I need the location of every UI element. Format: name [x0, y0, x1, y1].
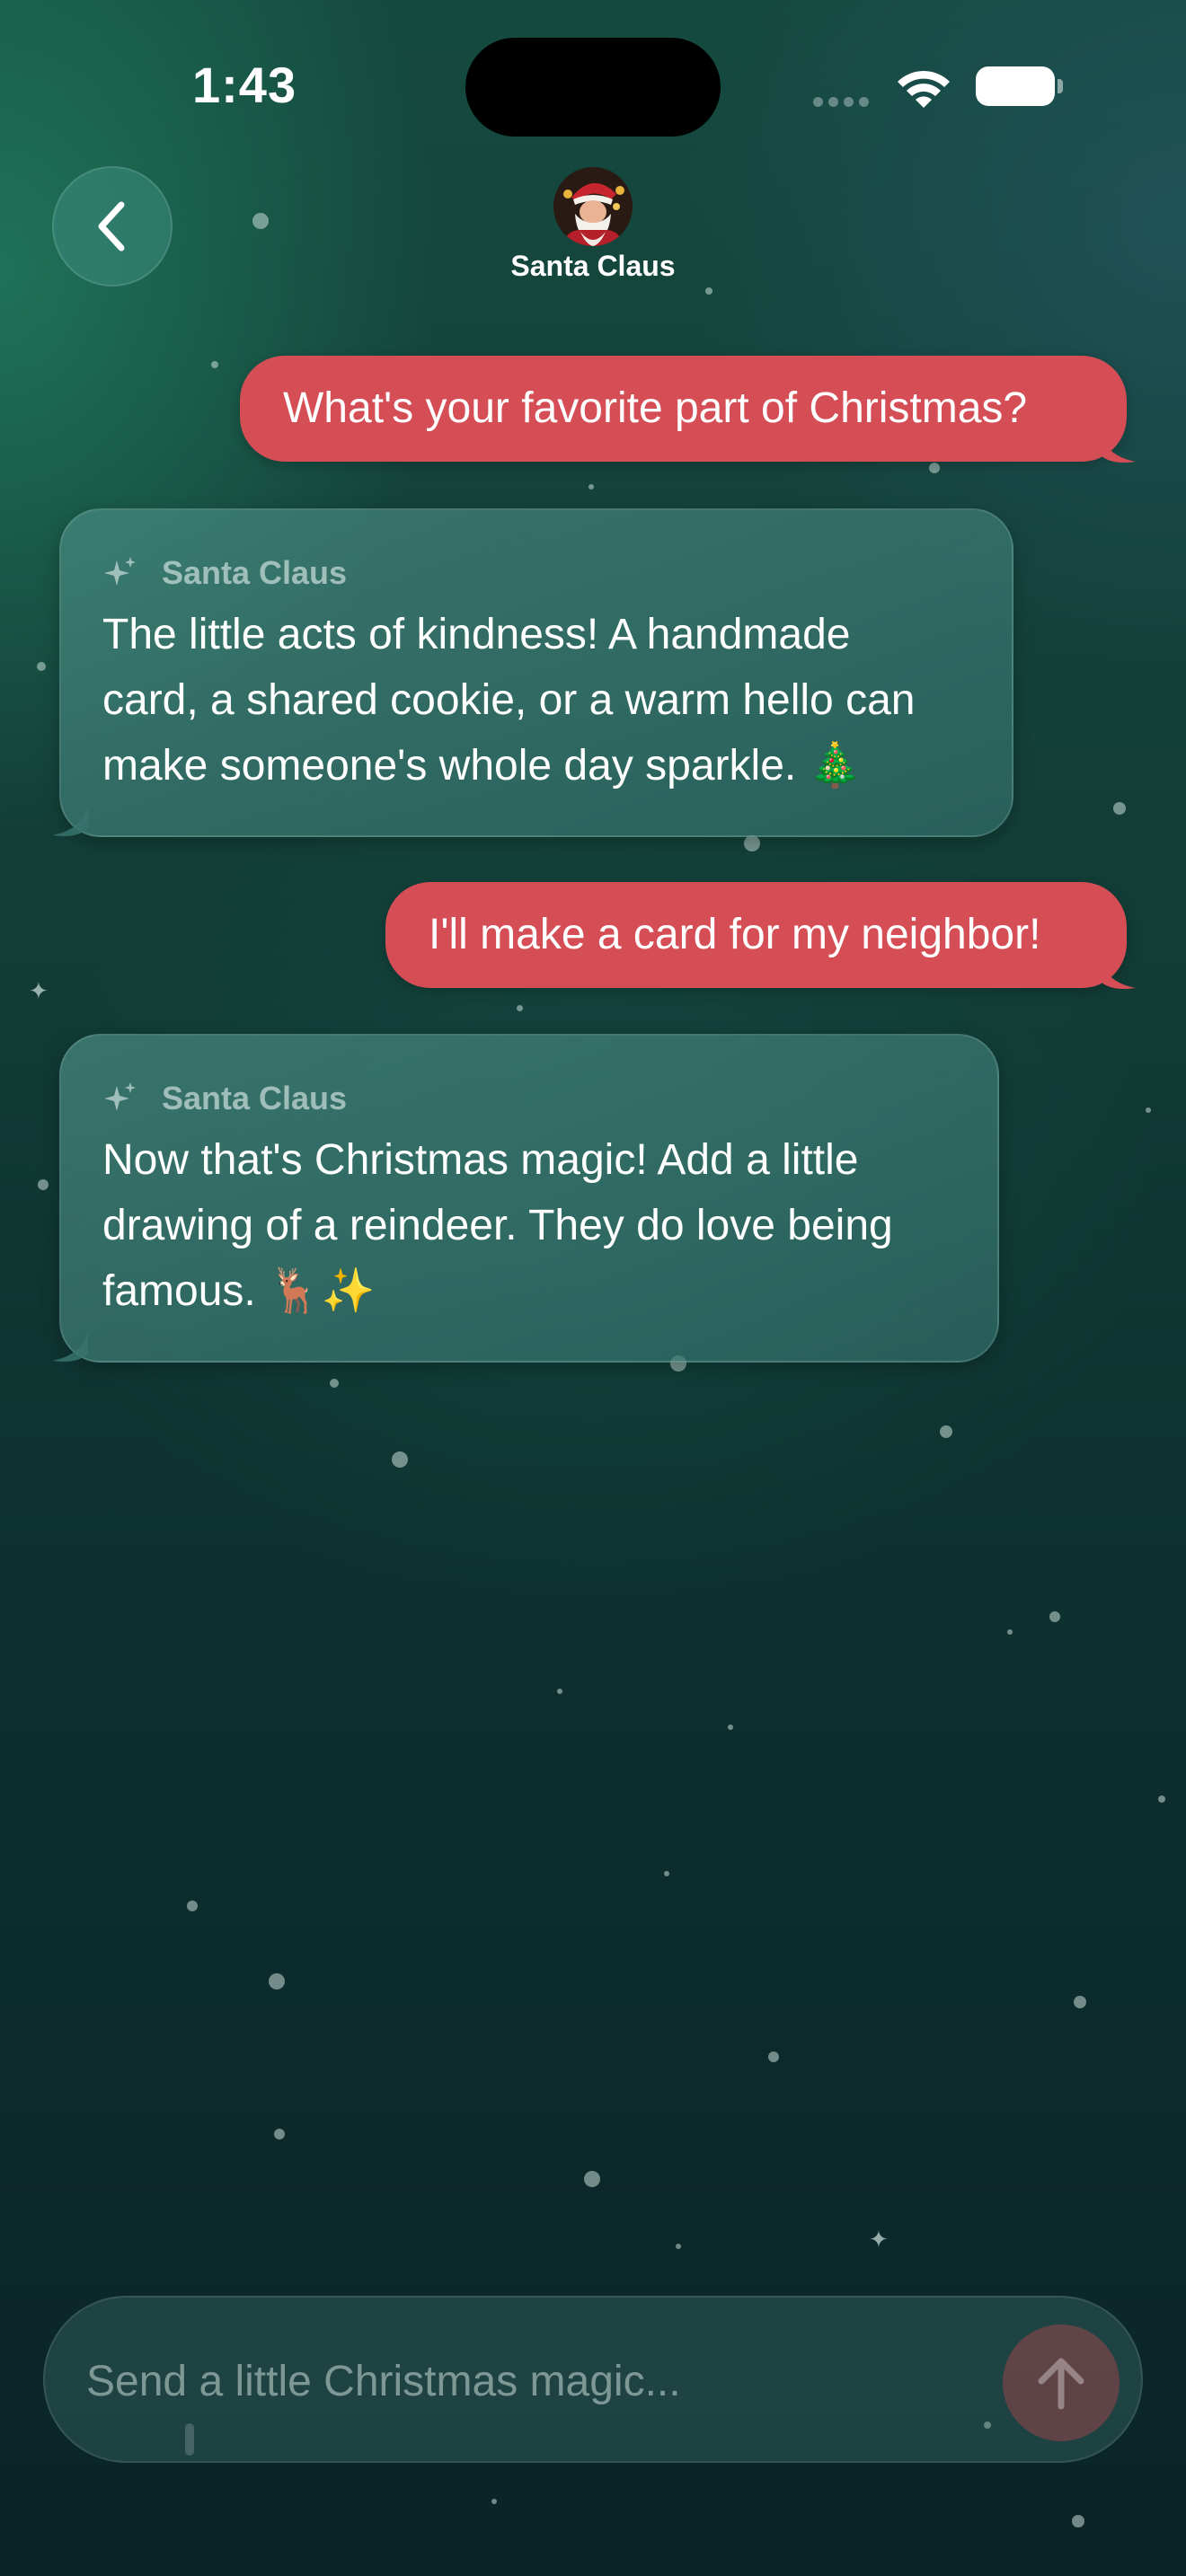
message-text: I'll make a card for my neighbor!: [429, 911, 1041, 958]
user-message-bubble: I'll make a card for my neighbor!: [385, 882, 1136, 989]
message-line: The little acts of kindness! A handmade: [102, 611, 851, 658]
star: [1072, 2515, 1084, 2527]
arrow-up-icon: [1038, 2358, 1084, 2410]
star: [728, 1725, 733, 1730]
star: [392, 1451, 408, 1468]
sparkles-icon: [104, 1082, 136, 1111]
star: [744, 835, 760, 851]
user-message-bubble: What's your favorite part of Christmas?: [240, 356, 1136, 463]
star: [1049, 1611, 1060, 1622]
contact-name: Santa Claus: [510, 250, 676, 282]
back-button[interactable]: [52, 166, 173, 287]
status-time: 1:43: [192, 57, 297, 113]
message-text: The little acts of kindness! A handmade …: [102, 602, 970, 798]
star: [664, 1871, 669, 1876]
sender-row: Santa Claus: [102, 551, 970, 595]
message-line: Now that's Christmas magic! Add a little: [102, 1136, 859, 1184]
star: [768, 2051, 779, 2062]
star: [269, 1973, 285, 1989]
star: [584, 2171, 600, 2187]
star: [705, 287, 712, 295]
battery-icon: [976, 66, 1055, 106]
star: [211, 361, 218, 368]
bot-message-bubble: Santa Claus Now that's Christmas magic! …: [52, 1034, 999, 1363]
message-text: Now that's Christmas magic! Add a little…: [102, 1127, 956, 1324]
star: [37, 662, 46, 671]
santa-avatar-image: [553, 167, 633, 246]
star: [929, 463, 940, 473]
star: [330, 1379, 339, 1388]
dynamic-island: [465, 38, 721, 137]
star: [1074, 1996, 1086, 2008]
message-input[interactable]: [86, 2350, 1021, 2413]
message-composer: [43, 2296, 1143, 2463]
message-line: drawing of a reindeer. They do love bein…: [102, 1202, 893, 1249]
message-line: make someone's whole day sparkle. 🎄: [102, 742, 863, 790]
star: [589, 484, 594, 490]
star: [1007, 1629, 1013, 1635]
send-button[interactable]: [1003, 2325, 1120, 2441]
sender-name: Santa Claus: [162, 1080, 348, 1116]
chevron-left-icon: [98, 201, 125, 251]
star: [517, 1005, 523, 1011]
wifi-icon: [898, 70, 950, 108]
star: [940, 1425, 952, 1438]
sparkles-icon: [104, 557, 136, 586]
text-cursor: [185, 2423, 194, 2456]
bot-message-bubble: Santa Claus The little acts of kindness!…: [52, 508, 1013, 837]
bubble-tail: [1100, 433, 1136, 463]
avatar[interactable]: [553, 167, 633, 246]
message-text: What's your favorite part of Christmas?: [283, 384, 1028, 432]
message-line: card, a shared cookie, or a warm hello c…: [102, 676, 916, 724]
bubble-tail: [52, 1332, 88, 1362]
star: [252, 213, 269, 229]
bubble-tail: [52, 807, 88, 836]
sparkle-icon: ✦: [869, 2226, 889, 2253]
battery-tip: [1058, 79, 1063, 93]
star: [187, 1901, 198, 1911]
sender-row: Santa Claus: [102, 1077, 956, 1120]
star: [676, 2244, 681, 2249]
star: [1146, 1107, 1151, 1113]
star: [557, 1689, 562, 1694]
message-line: famous. 🦌✨: [102, 1267, 376, 1315]
sender-name: Santa Claus: [162, 554, 348, 591]
star: [1158, 1795, 1165, 1803]
sparkle-icon: ✦: [29, 977, 49, 1004]
star: [274, 2129, 285, 2139]
bubble-tail: [1100, 959, 1136, 989]
star: [1113, 802, 1126, 815]
star: [491, 2499, 497, 2504]
star: [38, 1179, 49, 1190]
cellular-signal-icon: [813, 97, 869, 107]
